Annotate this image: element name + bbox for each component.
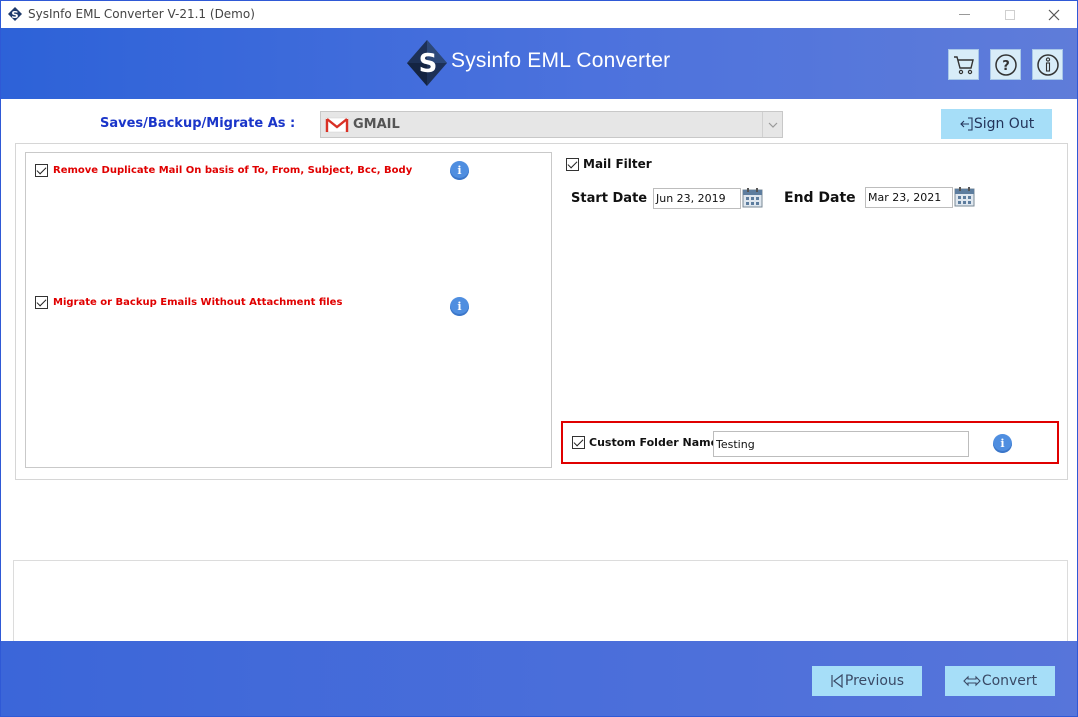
cart-button[interactable] [948,49,979,80]
previous-icon [831,674,843,688]
remove-duplicate-option[interactable]: Remove Duplicate Mail On basis of To, Fr… [35,164,412,177]
minimize-button[interactable] [941,1,987,28]
sign-out-button[interactable]: Sign Out [941,109,1052,139]
log-area [13,560,1068,650]
maximize-button[interactable] [987,1,1033,28]
convert-icon [963,675,981,687]
info-icon [1036,53,1059,76]
custom-folder-info-icon[interactable]: i [993,434,1012,453]
cart-icon [953,55,974,74]
sign-out-label: Sign Out [973,116,1035,132]
without-attachment-option[interactable]: Migrate or Backup Emails Without Attachm… [35,296,342,309]
remove-duplicate-label: Remove Duplicate Mail On basis of To, Fr… [53,165,413,176]
without-attachment-label: Migrate or Backup Emails Without Attachm… [53,297,343,308]
end-date-field[interactable]: Mar 23, 2021 [865,187,953,208]
convert-button[interactable]: Convert [945,666,1055,696]
sign-out-icon [960,117,973,131]
maximize-icon [1005,9,1015,20]
end-date-label: End Date [784,190,856,206]
help-icon: ? [994,53,1017,76]
start-date-field[interactable]: Jun 23, 2019 [653,188,741,209]
logo-letter: S [419,49,438,79]
format-selected-value: GMAIL [353,117,400,132]
window-title: SysInfo EML Converter V-21.1 (Demo) [28,7,255,21]
mail-filter-checkbox[interactable] [566,157,579,171]
mail-filter-label: Mail Filter [583,157,652,171]
without-attachment-info-icon[interactable]: i [450,297,469,316]
save-as-label: Saves/Backup/Migrate As : [100,116,296,131]
remove-duplicate-info-icon[interactable]: i [450,161,469,180]
previous-button[interactable]: Previous [812,666,922,696]
gmail-icon [325,117,349,133]
start-date-label: Start Date [571,191,648,206]
svg-text:?: ? [1002,59,1010,74]
svg-text:S: S [11,10,18,21]
filter-options-panel [25,152,552,468]
logo-icon: S [407,40,447,86]
about-button[interactable] [1032,49,1063,80]
title-bar: S SysInfo EML Converter V-21.1 (Demo) [1,1,1077,28]
header-title: Sysinfo EML Converter [451,49,671,72]
mail-filter-option[interactable]: Mail Filter [566,157,652,171]
convert-label: Convert [981,673,1038,689]
dropdown-arrow[interactable] [762,112,782,137]
header-banner: S Sysinfo EML Converter ? [1,28,1077,99]
close-icon [1048,9,1060,20]
previous-label: Previous [844,673,905,689]
custom-folder-label: Custom Folder Name [589,436,719,449]
custom-folder-option[interactable]: Custom Folder Name [572,436,718,449]
app-window: S SysInfo EML Converter V-21.1 (Demo) S … [0,0,1078,717]
start-date-calendar-icon[interactable] [742,188,763,208]
close-button[interactable] [1031,1,1077,28]
custom-folder-checkbox[interactable] [572,436,585,449]
custom-folder-input[interactable]: Testing [713,431,969,457]
remove-duplicate-checkbox[interactable] [35,164,48,177]
format-dropdown[interactable]: GMAIL [320,111,783,138]
chevron-down-icon [768,122,777,128]
app-icon: S [8,7,22,21]
help-button[interactable]: ? [990,49,1021,80]
minimize-icon [958,14,970,15]
without-attachment-checkbox[interactable] [35,296,48,309]
end-date-calendar-icon[interactable] [954,187,975,207]
